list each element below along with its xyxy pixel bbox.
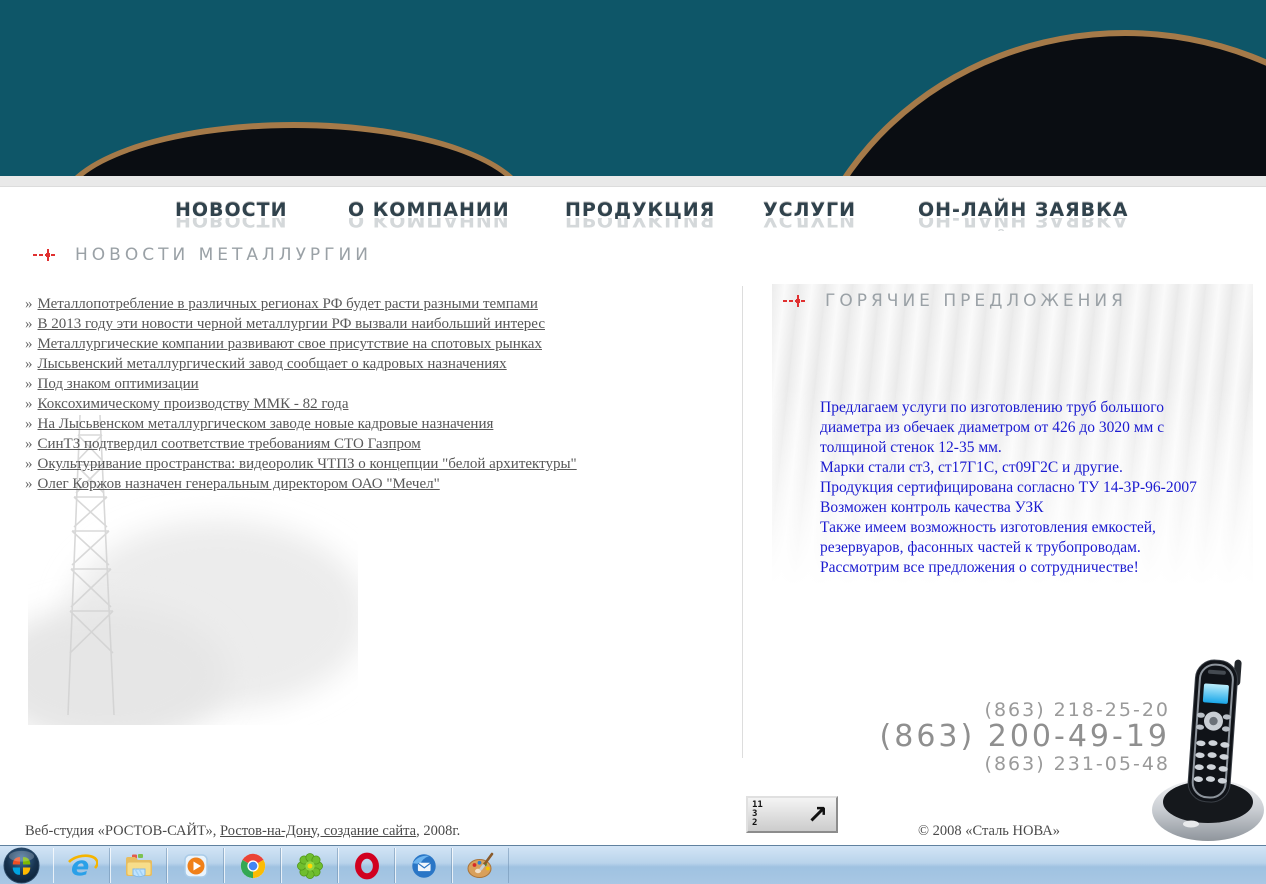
news-section-title: НОВОСТИ МЕТАЛЛУРГИИ [75,245,372,265]
offer-line: Продукция сертифицирована согласно ТУ 14… [820,478,1222,498]
footer-year-text: , 2008г. [416,823,460,839]
phone-numbers: (863) 218-25-20 (863) 200-49-19 (863) 23… [880,700,1170,776]
windows-taskbar: e [0,845,1266,884]
taskbar-item-paint[interactable] [452,848,509,883]
header-dome-right [792,30,1266,176]
header-dome-left [58,122,530,176]
nav-label-reflection: ОН-ЛАЙН ЗАЯВКА [918,218,1128,231]
news-link[interactable]: СинТЗ подтвердил соответствие требования… [38,436,421,452]
taskbar-item-media-player[interactable] [167,848,224,883]
nav-label-reflection: ПРОДУКЦИЯ [565,218,715,231]
bullet: » [25,296,33,312]
news-link[interactable]: Окультуривание пространства: видеоролик … [38,456,577,472]
news-list-item: » Металлопотребление в различных регионах… [25,294,715,314]
taskbar-item-icq[interactable] [281,848,338,883]
nav-item-services[interactable]: УСЛУГИ УСЛУГИ [763,199,856,231]
counter-arrow-icon: ↗ [782,802,836,827]
news-list-item: » Олег Коржов назначен генеральным директ… [25,474,715,494]
news-list-item: » Под знаком оптимизации [25,374,715,394]
hit-counter-widget[interactable]: 11 3 2 ↗ [746,796,838,833]
column-divider [742,286,743,758]
news-list-item: » Окультуривание пространства: видеоролик… [25,454,715,474]
offer-line: Рассмотрим все предложения о сотрудничес… [820,558,1222,578]
news-link[interactable]: Лысьвенский металлургический завод сообщ… [38,356,507,372]
bullet: » [25,416,33,432]
bullet: » [25,456,33,472]
news-link[interactable]: В 2013 году эти новости черной металлург… [38,316,545,332]
phone-number-bottom: (863) 231-05-48 [880,753,1170,776]
nav-label-reflection: НОВОСТИ [175,218,288,231]
header-divider-strip [0,176,1266,187]
taskbar-item-internet-explorer[interactable]: e [53,848,110,883]
windows-orb-icon [3,847,40,884]
news-link[interactable]: Металлургические компании развивают свое… [38,336,542,352]
footer-credits: Веб-студия «РОСТОВ-САЙТ», Ростов-на-Дону… [25,823,460,840]
taskbar-item-windows-explorer[interactable] [110,848,167,883]
hot-offers-title: ГОРЯЧИЕ ПРЕДЛОЖЕНИЯ [825,291,1127,311]
chrome-icon [238,851,268,881]
folder-explorer-icon [123,850,155,882]
icq-flower-icon [295,851,325,881]
phone-number-main: (863) 200-49-19 [880,721,1170,753]
hit-counter-digits: 11 3 2 [748,801,782,828]
bullet: » [25,396,33,412]
nav-item-news[interactable]: НОВОСТИ НОВОСТИ [175,199,288,231]
bullet: » [25,436,33,452]
desktop-screen: НОВОСТИ НОВОСТИ О КОМПАНИИ О КОМПАНИИ ПР… [0,0,1266,884]
bullet: » [25,376,33,392]
taskbar-item-thunderbird[interactable] [395,848,452,883]
nav-label-reflection: УСЛУГИ [763,218,856,231]
news-link[interactable]: На Лысьвенском металлургическом заводе н… [38,416,494,432]
nav-item-online-order[interactable]: ОН-ЛАЙН ЗАЯВКА ОН-ЛАЙН ЗАЯВКА [918,199,1128,231]
news-link[interactable]: Коксохимическому производству ММК - 82 г… [38,396,349,412]
main-nav: НОВОСТИ НОВОСТИ О КОМПАНИИ О КОМПАНИИ ПР… [0,199,1266,245]
news-list-item: » На Лысьвенском металлургическом заводе … [25,414,715,434]
offer-line: Также имеем возможность изготовления емк… [820,518,1222,558]
bullet: » [25,336,33,352]
phone-number-top: (863) 218-25-20 [880,700,1170,721]
taskbar-item-chrome[interactable] [224,848,281,883]
news-link[interactable]: Олег Коржов назначен генеральным директо… [38,476,440,492]
internet-explorer-icon: e [66,850,98,882]
footer-studio-text: Веб-студия «РОСТОВ-САЙТ», [25,823,220,839]
bullet: » [25,356,33,372]
offer-line: Марки стали ст3, ст17Г1С, ст09Г2С и друг… [820,458,1222,478]
red-cross-icon [33,249,57,261]
paint-palette-icon [465,850,497,882]
news-list-item: » Металлургические компании развивают сво… [25,334,715,354]
news-list-item: » Коксохимическому производству ММК - 82 … [25,394,715,414]
news-section-header: НОВОСТИ МЕТАЛЛУРГИИ [33,245,372,265]
media-player-icon [180,850,212,882]
counter-row: 2 [752,819,782,828]
hot-offers-header: ГОРЯЧИЕ ПРЕДЛОЖЕНИЯ [783,291,1127,311]
news-list: » Металлопотребление в различных регионах… [25,294,715,494]
news-list-item: » В 2013 году эти новости черной металлур… [25,314,715,334]
thunderbird-icon [409,851,439,881]
bullet: » [25,316,33,332]
bullet: » [25,476,33,492]
news-list-item: » Лысьвенский металлургический завод сооб… [25,354,715,374]
nav-item-products[interactable]: ПРОДУКЦИЯ ПРОДУКЦИЯ [565,199,715,231]
hot-offers-text: Предлагаем услуги по изготовлению труб б… [820,398,1222,578]
taskbar-item-opera[interactable] [338,848,395,883]
copyright-text: © 2008 «Сталь НОВА» [918,823,1060,840]
cordless-phone-image [1146,658,1266,845]
offer-line: Предлагаем услуги по изготовлению труб б… [820,398,1222,458]
news-link[interactable]: Металлопотребление в различных регионах … [38,296,538,312]
offer-line: Возможен контроль качества УЗК [820,498,1222,518]
news-list-item: » СинТЗ подтвердил соответствие требовани… [25,434,715,454]
nav-label-reflection: О КОМПАНИИ [348,218,510,231]
news-link[interactable]: Под знаком оптимизации [38,376,199,392]
footer-studio-link[interactable]: Ростов-на-Дону, создание сайта [220,823,416,839]
opera-icon [352,851,382,881]
site-header-banner [0,0,1266,176]
nav-item-about[interactable]: О КОМПАНИИ О КОМПАНИИ [348,199,510,231]
red-cross-icon [783,295,807,307]
start-button[interactable] [3,847,40,884]
